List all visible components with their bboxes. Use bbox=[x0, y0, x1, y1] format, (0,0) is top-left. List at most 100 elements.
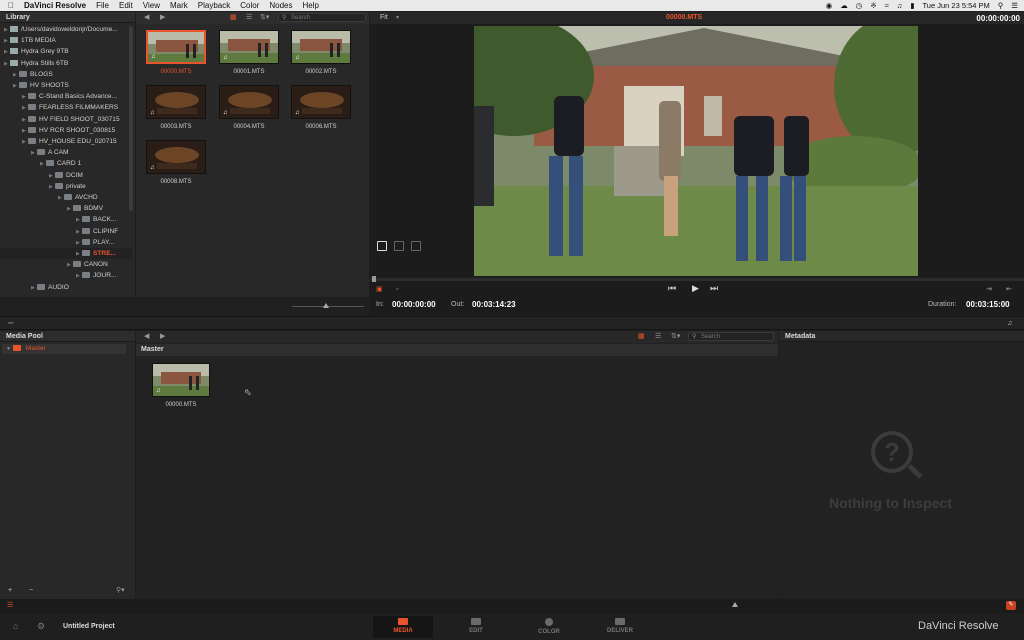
library-tree-item[interactable]: ▶ Hydra Grey 9TB bbox=[0, 46, 132, 57]
pool-sort-icon[interactable]: ⇅▾ bbox=[671, 332, 680, 341]
pool-clip-thumbnail[interactable]: ♫ bbox=[152, 363, 210, 397]
browser-search-input[interactable]: ⚲ Search bbox=[278, 13, 366, 22]
mark-out-icon[interactable]: ⇥ bbox=[986, 285, 992, 294]
library-tree-item[interactable]: ▶ BLOGS bbox=[0, 69, 132, 80]
clip-thumbnail[interactable]: ♫ bbox=[146, 85, 206, 119]
safe-area-box-3[interactable] bbox=[411, 241, 421, 251]
library-tree-item[interactable]: ▶ HV SHOOTS bbox=[0, 80, 132, 91]
menu-color[interactable]: Color bbox=[240, 1, 259, 10]
folder-icon bbox=[28, 93, 36, 100]
library-tree-item[interactable]: ▶ C-Stand Basics Advance... bbox=[0, 91, 132, 102]
add-bin-icon[interactable]: + bbox=[8, 586, 12, 595]
video-frame[interactable] bbox=[474, 26, 918, 276]
library-tree-item[interactable]: ▶ A CAM bbox=[0, 147, 132, 158]
list-view-icon[interactable]: ☰ bbox=[246, 13, 252, 22]
sort-icon[interactable]: ⇅▾ bbox=[260, 13, 269, 22]
time-machine-icon[interactable]: ◷ bbox=[856, 1, 863, 10]
library-tree-item[interactable]: ▶ AUDIO bbox=[0, 282, 132, 293]
library-tree-item[interactable]: ▶ private bbox=[0, 181, 132, 192]
clip-thumbnail[interactable]: ♫ bbox=[291, 85, 351, 119]
tab-deliver[interactable]: DELIVER bbox=[590, 616, 650, 638]
library-tree-item[interactable]: ▶ AVCHD bbox=[0, 192, 132, 203]
home-icon[interactable]: ⌂ bbox=[13, 622, 18, 631]
skip-back-icon[interactable]: ⏮ bbox=[668, 284, 676, 293]
skip-forward-icon[interactable]: ⏭ bbox=[710, 284, 718, 293]
library-tree-item[interactable]: ▶ CARD 1 bbox=[0, 158, 132, 169]
library-tree-item[interactable]: ▶ HV_HOUSE EDU_020715 bbox=[0, 136, 132, 147]
tab-media[interactable]: MEDIA bbox=[373, 616, 433, 638]
tab-color[interactable]: COLOR bbox=[519, 616, 579, 638]
tab-edit[interactable]: EDIT bbox=[446, 616, 506, 638]
library-tree-item[interactable]: ▶ HV RCR SHOOT_030815 bbox=[0, 125, 132, 136]
wifi-icon[interactable]: ≈ bbox=[885, 1, 889, 10]
pool-list-view-icon[interactable]: ☰ bbox=[655, 332, 661, 341]
zoom-dropdown-arrow-icon[interactable]: ▾ bbox=[396, 14, 399, 21]
grid-view-icon[interactable]: ▦ bbox=[230, 13, 237, 22]
bin-master[interactable]: ▼ Master bbox=[2, 344, 126, 354]
apple-icon[interactable]:  bbox=[8, 1, 14, 10]
play-icon[interactable]: ▶ bbox=[692, 284, 699, 293]
menu-edit[interactable]: Edit bbox=[119, 1, 133, 10]
library-tree-item[interactable]: ▶ DCIM bbox=[0, 170, 132, 181]
menu-file[interactable]: File bbox=[96, 1, 109, 10]
menu-nodes[interactable]: Nodes bbox=[269, 1, 292, 10]
audio-view-icon[interactable]: ▫ bbox=[396, 285, 398, 294]
browser-zoom-knob[interactable] bbox=[323, 303, 329, 308]
remove-bin-icon[interactable]: − bbox=[29, 586, 33, 595]
clip-thumbnail[interactable]: ♫ bbox=[219, 30, 279, 64]
volume-icon[interactable]: ♫ bbox=[897, 1, 903, 10]
library-tree-item[interactable]: ▶ CLIPINF bbox=[0, 226, 132, 237]
expand-arrow-icon[interactable]: ▼ bbox=[6, 346, 11, 352]
menu-app-name[interactable]: DaVinci Resolve bbox=[24, 1, 86, 10]
bin-search-icon[interactable]: ⚲▾ bbox=[116, 586, 125, 595]
pool-search-input[interactable]: ⚲ Search bbox=[688, 332, 774, 341]
settings-gear-icon[interactable]: ⚙ bbox=[37, 622, 45, 631]
back-arrow-icon[interactable]: ◀ bbox=[144, 13, 149, 22]
library-tree-item[interactable]: ▶/Users/davidoweldonjr/Docume... bbox=[0, 24, 132, 35]
clip-thumbnail[interactable]: ♫ bbox=[291, 30, 351, 64]
import-icon[interactable]: ⎓ bbox=[8, 319, 14, 328]
library-tree-item[interactable]: ▶ CANON bbox=[0, 259, 132, 270]
library-scrollbar[interactable] bbox=[129, 26, 133, 211]
library-tree-item[interactable]: ▶ BDMV bbox=[0, 203, 132, 214]
pool-list-toggle-icon[interactable]: ☰ bbox=[7, 601, 13, 610]
menu-playback[interactable]: Playback bbox=[198, 1, 230, 10]
clip-thumbnail[interactable]: ♫ bbox=[146, 30, 206, 64]
audio-panel-icon[interactable]: ♫ bbox=[1007, 319, 1012, 328]
forward-arrow-icon[interactable]: ▶ bbox=[160, 13, 165, 22]
battery-icon[interactable]: ▮ bbox=[910, 1, 914, 10]
clip-view-icon[interactable]: ▣ bbox=[376, 285, 383, 294]
pool-back-arrow-icon[interactable]: ◀ bbox=[144, 332, 149, 341]
record-icon[interactable]: ◉ bbox=[826, 1, 833, 10]
library-tree-item[interactable]: ▶ BACK... bbox=[0, 214, 132, 225]
metadata-options-icon[interactable]: ✎ bbox=[1006, 601, 1016, 610]
clip-thumbnail[interactable]: ♫ bbox=[219, 85, 279, 119]
mark-in-icon[interactable]: ⇤ bbox=[1006, 285, 1012, 294]
menu-view[interactable]: View bbox=[143, 1, 160, 10]
menu-help[interactable]: Help bbox=[303, 1, 319, 10]
library-tree-item[interactable]: ▶ PLAY... bbox=[0, 237, 132, 248]
clock[interactable]: Tue Jun 23 5:54 PM bbox=[923, 1, 990, 10]
in-timecode[interactable]: 00:00:00:00 bbox=[392, 300, 436, 309]
safe-area-box-1[interactable] bbox=[377, 241, 387, 251]
library-tree-item[interactable]: ▶ Hydra Stills 6TB bbox=[0, 58, 132, 69]
spotlight-icon[interactable]: ⚲ bbox=[998, 1, 1004, 10]
library-tree-item[interactable]: ▶ STRE... bbox=[0, 248, 132, 259]
scrubber-track[interactable] bbox=[370, 278, 1024, 281]
cloud-icon[interactable]: ☁ bbox=[840, 1, 848, 10]
menu-mark[interactable]: Mark bbox=[170, 1, 188, 10]
zoom-fit-dropdown[interactable]: Fit bbox=[380, 14, 388, 21]
clip-thumbnail[interactable]: ♫ bbox=[146, 140, 206, 174]
bluetooth-icon[interactable]: ※ bbox=[870, 1, 876, 10]
library-tree-item[interactable]: ▶ HV FIELD SHOOT_030715 bbox=[0, 114, 132, 125]
pool-grid-view-icon[interactable]: ▦ bbox=[638, 332, 645, 341]
notifications-icon[interactable]: ☰ bbox=[1011, 1, 1018, 10]
playhead[interactable] bbox=[372, 276, 376, 282]
pool-forward-arrow-icon[interactable]: ▶ bbox=[160, 332, 165, 341]
out-timecode[interactable]: 00:03:14:23 bbox=[472, 300, 516, 309]
library-tree-item[interactable]: ▶ 1TB MEDIA bbox=[0, 35, 132, 46]
pool-zoom-knob[interactable] bbox=[732, 602, 738, 607]
library-tree-item[interactable]: ▶ FEARLESS FILMMAKERS bbox=[0, 102, 132, 113]
library-tree-item[interactable]: ▶ JOUR... bbox=[0, 270, 132, 281]
safe-area-box-2[interactable] bbox=[394, 241, 404, 251]
